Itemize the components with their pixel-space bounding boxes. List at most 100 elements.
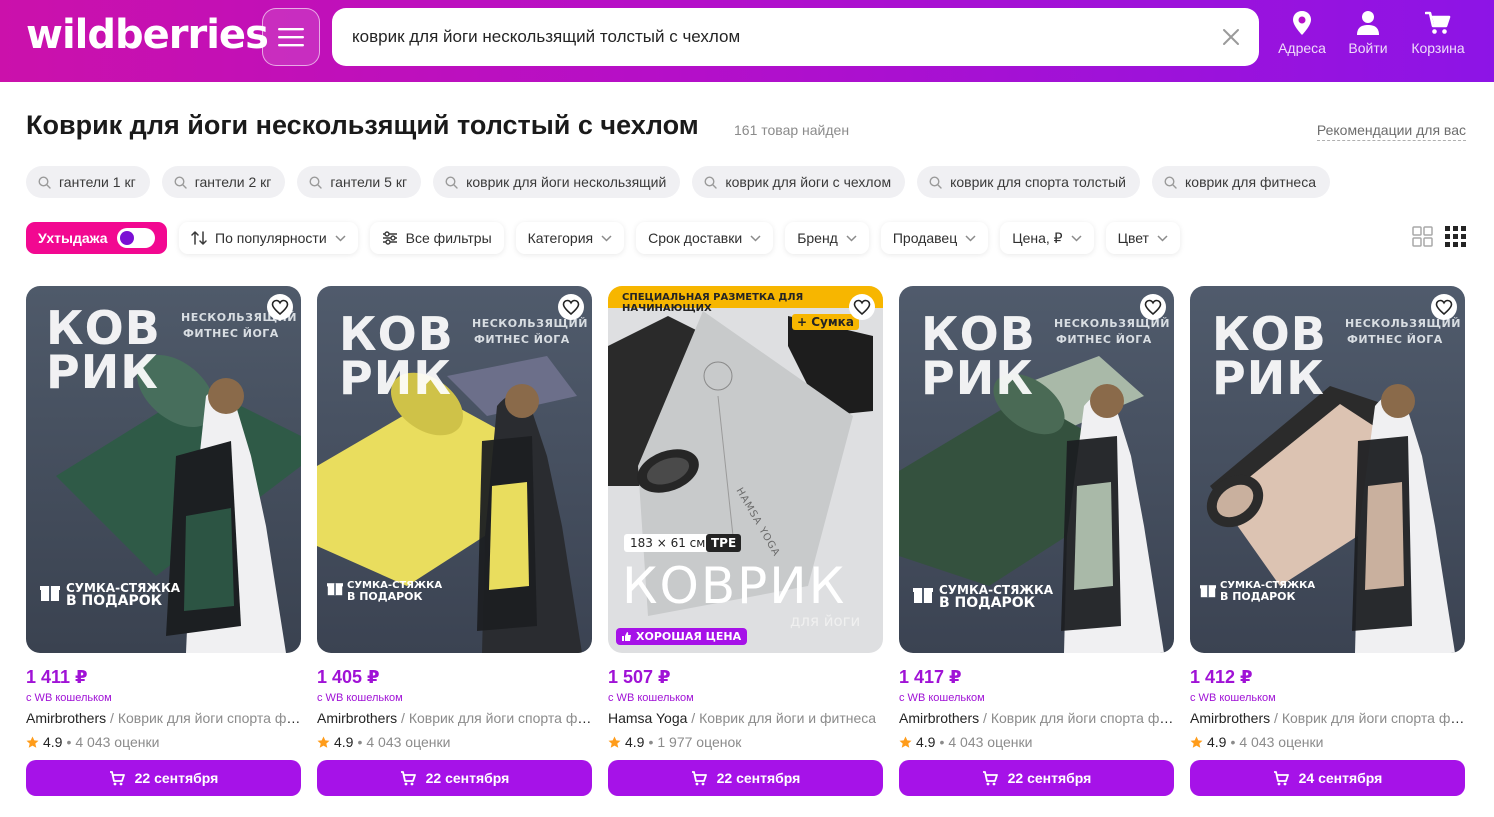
image-banner: СПЕЦИАЛЬНАЯ РАЗМЕТКА ДЛЯ НАЧИНАЮЩИХ: [622, 292, 804, 314]
product-price: 1 411 ₽: [26, 667, 88, 687]
favorite-heart-icon[interactable]: [558, 294, 584, 320]
search-icon: [445, 175, 458, 189]
cart-label: Корзина: [1411, 40, 1465, 56]
filter-sliders-icon: [382, 231, 397, 245]
cart-icon: [400, 770, 416, 785]
image-text-big: РИК: [46, 345, 159, 399]
add-to-cart-button[interactable]: 22 сентября: [899, 760, 1174, 796]
add-to-cart-button[interactable]: 22 сентября: [608, 760, 883, 796]
product-name[interactable]: Amirbrothers / Коврик для йоги спорта фи…: [899, 710, 1174, 726]
product-brand: Amirbrothers: [1190, 710, 1271, 726]
image-subtitle: для йоги: [790, 612, 861, 630]
suggestion-chip[interactable]: коврик для фитнеса: [1152, 166, 1331, 198]
add-to-cart-button[interactable]: 22 сентября: [317, 760, 592, 796]
wildberries-logo[interactable]: wildberries: [26, 12, 269, 58]
search-input[interactable]: [352, 8, 1212, 66]
toggle-label: Ухтыдажа: [38, 230, 108, 246]
favorite-heart-icon[interactable]: [1431, 294, 1457, 320]
seller-dropdown[interactable]: Продавец: [880, 222, 989, 254]
chevron-down-icon: [335, 234, 346, 242]
dropdown-label: Категория: [527, 230, 594, 246]
gift-text: В ПОДАРОК: [66, 593, 163, 609]
brand-dropdown[interactable]: Бренд: [785, 222, 869, 254]
product-image[interactable]: КОВ РИК НЕСКОЛЬЗЯЩИЙ ФИТНЕС ЙОГА СУМКА-С…: [317, 286, 592, 653]
product-title: Коврик для йоги спорта фитнеса: [990, 710, 1174, 726]
product-card[interactable]: СПЕЦИАЛЬНАЯ РАЗМЕТКА ДЛЯ НАЧИНАЮЩИХ + Су…: [608, 286, 883, 796]
product-image[interactable]: КОВ РИК НЕСКОЛЬЗЯЩИЙ ФИТНЕС ЙОГА СУМКА-С…: [1190, 286, 1465, 653]
suggestion-chip[interactable]: гантели 5 кг: [297, 166, 422, 198]
search-icon: [309, 175, 323, 189]
gift-text: В ПОДАРОК: [1220, 590, 1296, 603]
product-name[interactable]: Hamsa Yoga / Коврик для йоги и фитнеса: [608, 710, 883, 726]
grid-small-icon[interactable]: [1445, 226, 1466, 247]
suggestion-chips: гантели 1 кг гантели 2 кг гантели 5 кг к…: [26, 166, 1331, 198]
product-card[interactable]: КОВ РИК НЕСКОЛЬЗЯЩИЙ ФИТНЕС ЙОГА СУМКА-С…: [26, 286, 301, 796]
sort-label: По популярности: [215, 230, 327, 246]
rating-value: 4.9: [43, 734, 63, 750]
product-image[interactable]: КОВ РИК НЕСКОЛЬЗЯЩИЙ ФИТНЕС ЙОГА СУМКА-С…: [899, 286, 1174, 653]
sort-recommendations-link[interactable]: Рекомендации для вас: [1316, 122, 1466, 141]
product-name[interactable]: Amirbrothers / Коврик для йоги спорта фи…: [26, 710, 301, 726]
image-tag: ФИТНЕС ЙОГА: [1056, 333, 1152, 346]
catalog-menu-button[interactable]: [262, 8, 320, 66]
wallet-note: с WB кошельком: [1190, 692, 1276, 704]
search-icon: [704, 175, 718, 189]
sort-dropdown[interactable]: По популярности: [179, 222, 358, 254]
delivery-date: 22 сентября: [425, 770, 510, 786]
login-button[interactable]: Войти: [1335, 10, 1401, 68]
favorite-heart-icon[interactable]: [849, 294, 875, 320]
gift-icon: [327, 583, 343, 596]
location-pin-icon: [1293, 11, 1311, 35]
addresses-button[interactable]: Адреса: [1269, 10, 1335, 68]
delivery-time-dropdown[interactable]: Срок доставки: [636, 222, 774, 254]
toggle-knob: [120, 231, 134, 245]
uhtydazha-toggle[interactable]: Ухтыдажа: [26, 222, 167, 254]
product-card[interactable]: КОВ РИК НЕСКОЛЬЗЯЩИЙ ФИТНЕС ЙОГА СУМКА-С…: [899, 286, 1174, 796]
product-image[interactable]: КОВ РИК НЕСКОЛЬЗЯЩИЙ ФИТНЕС ЙОГА СУМКА-С…: [26, 286, 301, 653]
product-rating: 4.9 • 4 043 оценки: [317, 734, 592, 750]
chip-label: гантели 5 кг: [330, 174, 408, 190]
product-brand: Amirbrothers: [26, 710, 107, 726]
add-to-cart-button[interactable]: 22 сентября: [26, 760, 301, 796]
product-image[interactable]: СПЕЦИАЛЬНАЯ РАЗМЕТКА ДЛЯ НАЧИНАЮЩИХ + Су…: [608, 286, 883, 653]
all-filters-button[interactable]: Все фильтры: [369, 222, 504, 254]
thumbs-up-icon: [622, 632, 631, 641]
product-price: 1 405 ₽: [317, 667, 380, 687]
chip-label: гантели 2 кг: [194, 174, 272, 190]
grid-large-icon[interactable]: [1412, 226, 1433, 247]
gift-icon: [40, 586, 60, 601]
suggestion-chip[interactable]: гантели 2 кг: [161, 166, 286, 198]
gift-icon: [913, 588, 933, 603]
suggestion-chip[interactable]: коврик для спорта толстый: [917, 166, 1141, 198]
sort-arrows-icon: [191, 231, 207, 245]
suggestion-chip[interactable]: коврик для йоги с чехлом: [692, 166, 906, 198]
favorite-heart-icon[interactable]: [267, 294, 293, 320]
price-dropdown[interactable]: Цена, ₽: [1000, 222, 1094, 254]
wallet-note: с WB кошельком: [608, 692, 694, 704]
product-name[interactable]: Amirbrothers / Коврик для йоги спорта фи…: [317, 710, 592, 726]
review-count: 4 043 оценки: [366, 734, 451, 750]
product-rating: 4.9 • 4 043 оценки: [1190, 734, 1465, 750]
favorite-heart-icon[interactable]: [1140, 294, 1166, 320]
product-card[interactable]: КОВ РИК НЕСКОЛЬЗЯЩИЙ ФИТНЕС ЙОГА СУМКА-С…: [317, 286, 592, 796]
rating-value: 4.9: [625, 734, 645, 750]
cart-button[interactable]: Корзина: [1405, 10, 1471, 68]
all-filters-label: Все фильтры: [405, 230, 492, 246]
product-grid: КОВ РИК НЕСКОЛЬЗЯЩИЙ ФИТНЕС ЙОГА СУМКА-С…: [26, 286, 1465, 796]
product-name[interactable]: Amirbrothers / Коврик для йоги спорта фи…: [1190, 710, 1465, 726]
suggestion-chip[interactable]: коврик для йоги нескользящий: [433, 166, 681, 198]
category-dropdown[interactable]: Категория: [515, 222, 625, 254]
add-to-cart-button[interactable]: 24 сентября: [1190, 760, 1465, 796]
search-icon: [929, 175, 942, 189]
toggle-switch[interactable]: [117, 228, 155, 248]
dropdown-label: Цвет: [1117, 230, 1149, 246]
product-card[interactable]: КОВ РИК НЕСКОЛЬЗЯЩИЙ ФИТНЕС ЙОГА СУМКА-С…: [1190, 286, 1465, 796]
search-icon: [1164, 175, 1177, 189]
color-dropdown[interactable]: Цвет: [1105, 222, 1180, 254]
suggestion-chip[interactable]: гантели 1 кг: [26, 166, 150, 198]
user-icon: [1357, 11, 1379, 35]
star-icon: [317, 736, 330, 748]
clear-search-icon[interactable]: [1221, 27, 1241, 47]
chevron-down-icon: [1157, 234, 1168, 242]
wallet-note: с WB кошельком: [26, 692, 112, 704]
